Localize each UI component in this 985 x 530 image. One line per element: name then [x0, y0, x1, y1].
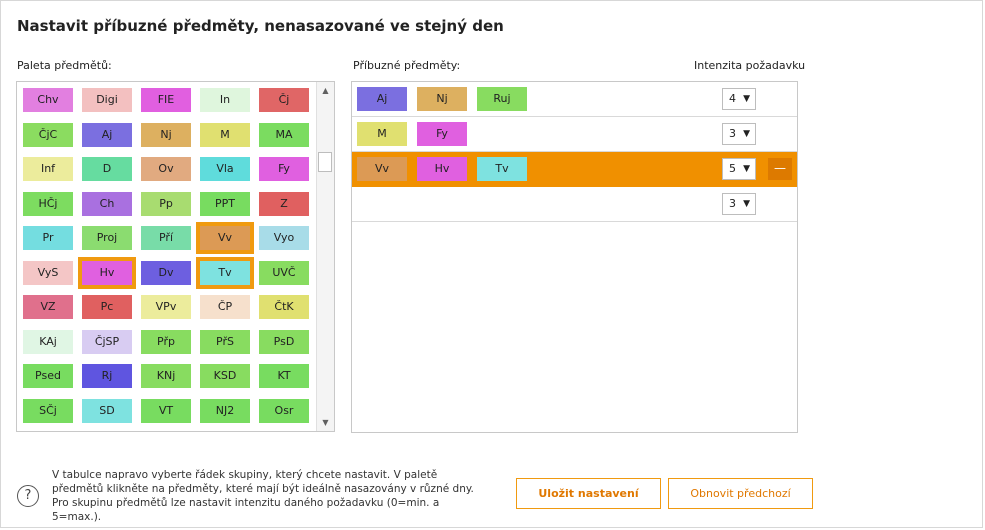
group-subject-tile[interactable]: Fy	[417, 122, 467, 146]
intensity-select[interactable]: 3 ▼	[722, 193, 756, 215]
help-icon[interactable]: ?	[17, 485, 39, 507]
palette-tile[interactable]: FIE	[141, 88, 191, 112]
intensity-select[interactable]: 5 ▼	[722, 158, 756, 180]
scroll-up-icon[interactable]: ▲	[317, 82, 334, 99]
scroll-thumb[interactable]	[318, 152, 332, 172]
palette-tile[interactable]: PPT	[200, 191, 250, 216]
palette-tile[interactable]: Fy	[259, 157, 309, 181]
help-text: V tabulce napravo vyberte řádek skupiny,…	[52, 469, 474, 523]
palette-tile[interactable]: Z	[259, 191, 309, 216]
palette-tile[interactable]: KNj	[141, 364, 191, 388]
palette-tile[interactable]: Pp	[141, 191, 191, 216]
palette-tile[interactable]: Tv	[196, 256, 254, 289]
palette-tile[interactable]: Nj	[141, 122, 191, 147]
group-row[interactable]: 3 ▼	[352, 187, 797, 222]
palette-tile[interactable]: MA	[259, 122, 309, 147]
intensity-select[interactable]: 3 ▼	[722, 123, 756, 145]
palette-tile[interactable]: PsD	[259, 329, 309, 354]
group-subject-tile[interactable]: Aj	[357, 87, 407, 111]
save-button[interactable]: Uložit nastavení	[516, 478, 661, 509]
palette-tile[interactable]: Osr	[259, 398, 309, 423]
palette-scrollbar[interactable]: ▲ ▼	[316, 82, 334, 431]
group-subject-tile[interactable]: Ruj	[477, 87, 527, 111]
palette-tile[interactable]: ČtK	[259, 295, 309, 319]
group-row[interactable]: Aj Nj Ruj 4 ▼	[352, 82, 797, 117]
group-subject-tile[interactable]: Hv	[417, 157, 467, 181]
palette-tile[interactable]: KT	[259, 364, 309, 388]
palette-tile[interactable]: PřS	[200, 329, 250, 354]
palette-tile[interactable]: VyS	[23, 260, 73, 285]
intensity-value: 4	[729, 92, 736, 105]
palette-tile[interactable]: Čj	[259, 88, 309, 112]
scroll-down-icon[interactable]: ▼	[317, 414, 334, 431]
palette-tile[interactable]: Psed	[23, 364, 73, 388]
palette-tile[interactable]: Pr	[23, 226, 73, 250]
group-row[interactable]: M Fy 3 ▼	[352, 117, 797, 152]
palette-tile[interactable]: VPv	[141, 295, 191, 319]
palette-tile[interactable]: Vla	[200, 157, 250, 181]
palette-tile[interactable]: UVČ	[259, 260, 309, 285]
palette-tile[interactable]: SČj	[23, 398, 73, 423]
palette-tile[interactable]: Dv	[141, 260, 191, 285]
palette-tile[interactable]: ČjSP	[82, 329, 132, 354]
group-subject-tile[interactable]: Vv	[357, 157, 407, 181]
palette-tile[interactable]: Přp	[141, 329, 191, 354]
groups-label: Příbuzné předměty:	[353, 59, 461, 72]
palette-tile[interactable]: Aj	[82, 122, 132, 147]
palette-tile[interactable]: ČP	[200, 295, 250, 319]
palette-tile[interactable]: Inf	[23, 157, 73, 181]
palette-tile[interactable]: Ov	[141, 157, 191, 181]
subject-palette: Chv Digi FIE In Čj ČjC Aj Nj M MA Inf D Ov Vla Fy HČj Ch…	[16, 81, 335, 432]
palette-tile[interactable]: Digi	[82, 88, 132, 112]
palette-tile[interactable]: Vv	[196, 222, 254, 254]
palette-label: Paleta předmětů:	[17, 59, 112, 72]
intensity-value: 3	[729, 197, 736, 210]
dialog-title: Nastavit příbuzné předměty, nenasazované…	[17, 17, 504, 35]
palette-tile[interactable]: ČjC	[23, 122, 73, 147]
group-subject-tile[interactable]: M	[357, 122, 407, 146]
intensity-value: 3	[729, 127, 736, 140]
palette-tile[interactable]: Pří	[141, 226, 191, 250]
group-row[interactable]: Vv Hv Tv 5 ▼ —	[352, 152, 797, 187]
chevron-down-icon: ▼	[743, 164, 750, 174]
palette-tile[interactable]: Rj	[82, 364, 132, 388]
palette-tile[interactable]: Hv	[78, 256, 136, 289]
palette-tile[interactable]: Chv	[23, 88, 73, 112]
palette-tile[interactable]: D	[82, 157, 132, 181]
group-subject-tile[interactable]: Tv	[477, 157, 527, 181]
intensity-label: Intenzita požadavku	[694, 59, 806, 72]
palette-tile[interactable]: NJ2	[200, 398, 250, 423]
remove-group-icon[interactable]: —	[768, 158, 792, 180]
palette-tile[interactable]: M	[200, 122, 250, 147]
palette-tile[interactable]: KSD	[200, 364, 250, 388]
palette-tile[interactable]: KAj	[23, 329, 73, 354]
palette-tile[interactable]: In	[200, 88, 250, 112]
intensity-value: 5	[729, 162, 736, 175]
chevron-down-icon: ▼	[743, 129, 750, 139]
palette-tile[interactable]: SD	[82, 398, 132, 423]
palette-tile[interactable]: HČj	[23, 191, 73, 216]
palette-tile[interactable]: Vyo	[259, 226, 309, 250]
palette-tile[interactable]: Proj	[82, 226, 132, 250]
chevron-down-icon: ▼	[743, 94, 750, 104]
chevron-down-icon: ▼	[743, 199, 750, 209]
palette-tile[interactable]: Ch	[82, 191, 132, 216]
group-table: Aj Nj Ruj 4 ▼ M Fy 3 ▼ Vv Hv Tv 5 ▼ —3 ▼	[351, 81, 798, 433]
intensity-select[interactable]: 4 ▼	[722, 88, 756, 110]
palette-tile[interactable]: VZ	[23, 295, 73, 319]
restore-button[interactable]: Obnovit předchozí	[668, 478, 813, 509]
group-subject-tile[interactable]: Nj	[417, 87, 467, 111]
palette-tile[interactable]: Pc	[82, 295, 132, 319]
palette-tile[interactable]: VT	[141, 398, 191, 423]
